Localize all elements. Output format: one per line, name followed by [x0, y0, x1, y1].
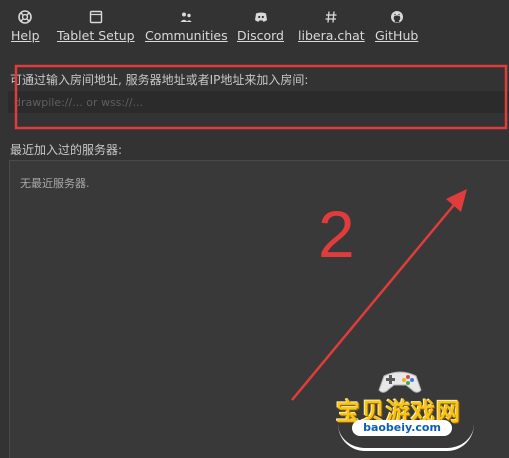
lifebuoy-icon	[18, 10, 33, 24]
github-link-label: GitHub	[375, 28, 419, 43]
libera-chat-link-label: libera.chat	[298, 28, 365, 43]
watermark-url: baobeiy.com	[352, 420, 452, 436]
communities-link-label: Communities	[145, 28, 228, 43]
help-link-label: Help	[11, 28, 40, 43]
discord-link[interactable]: Discord	[237, 10, 284, 50]
join-address-prompt: 可通过输入房间地址, 服务器地址或者IP地址来加入房间:	[10, 73, 309, 87]
tablet-setup-link[interactable]: Tablet Setup	[57, 10, 135, 50]
room-address-input[interactable]	[8, 91, 509, 113]
discord-icon	[254, 12, 267, 22]
github-link[interactable]: GitHub	[375, 10, 418, 50]
communities-link[interactable]: Communities	[145, 10, 228, 50]
people-icon	[180, 12, 193, 22]
link-toolbar: Help Tablet Setup Communities Discord li…	[0, 0, 509, 56]
help-link[interactable]: Help	[11, 10, 40, 50]
discord-link-label: Discord	[237, 28, 284, 43]
github-icon	[390, 11, 403, 23]
tablet-icon	[89, 10, 102, 24]
hash-icon	[325, 11, 337, 23]
libera-chat-link[interactable]: libera.chat	[298, 10, 365, 50]
tablet-setup-link-label: Tablet Setup	[57, 28, 135, 43]
recent-servers-empty-text: 无最近服务器.	[20, 177, 90, 190]
recent-servers-label: 最近加入过的服务器:	[10, 143, 123, 157]
